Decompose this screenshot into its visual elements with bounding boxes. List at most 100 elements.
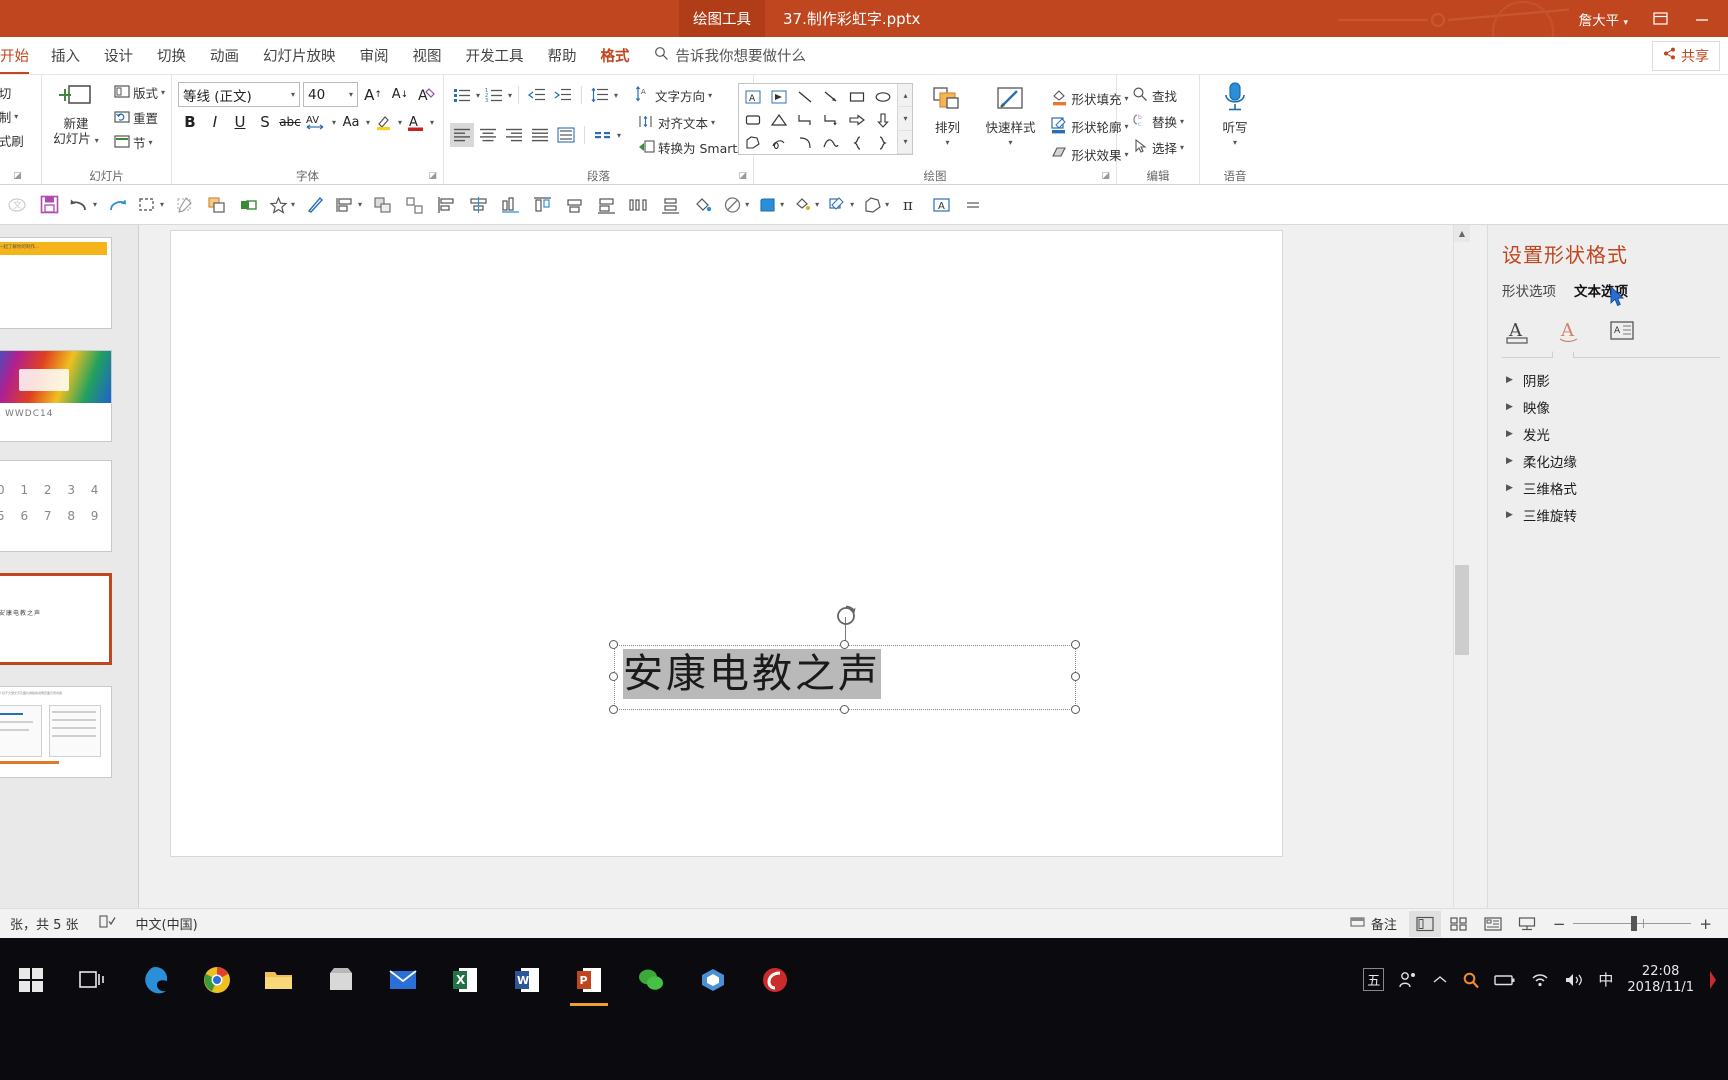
character-spacing-button[interactable]: AV bbox=[303, 110, 331, 134]
select-button[interactable]: 选择 ▾ bbox=[1129, 136, 1187, 159]
tab-transitions[interactable]: 切换 bbox=[145, 37, 198, 74]
tell-me-search[interactable]: 告诉我你想要做什么 bbox=[642, 37, 819, 74]
show-desktop-icon[interactable] bbox=[1708, 969, 1718, 991]
text-highlight-button[interactable] bbox=[371, 110, 397, 134]
distribute-vertical-icon[interactable] bbox=[655, 190, 685, 220]
pane-tab-shape-options[interactable]: 形状选项 bbox=[1502, 280, 1556, 303]
qat-more-icon[interactable] bbox=[958, 190, 988, 220]
italic-button[interactable]: I bbox=[203, 110, 227, 134]
start-icon[interactable] bbox=[0, 952, 62, 1007]
tab-review[interactable]: 审阅 bbox=[348, 37, 401, 74]
no-fill-icon[interactable]: ▾ bbox=[719, 190, 752, 220]
chrome-icon[interactable] bbox=[186, 952, 248, 1007]
fill-color-icon[interactable]: ▾ bbox=[789, 190, 822, 220]
tab-slideshow[interactable]: 幻灯片放映 bbox=[251, 37, 348, 74]
word-icon[interactable]: W bbox=[496, 952, 558, 1007]
align-center-button[interactable] bbox=[476, 123, 500, 147]
group-objects-icon[interactable] bbox=[367, 190, 397, 220]
line-spacing-button[interactable] bbox=[588, 83, 612, 107]
slide-canvas[interactable]: 安康电教之声 bbox=[170, 230, 1283, 857]
bold-button[interactable]: B bbox=[178, 110, 202, 134]
explorer-icon[interactable] bbox=[248, 952, 310, 1007]
zoom-in-button[interactable]: + bbox=[1699, 915, 1712, 933]
app-icon[interactable] bbox=[682, 952, 744, 1007]
tab-animations[interactable]: 动画 bbox=[198, 37, 251, 74]
shape-curve[interactable] bbox=[818, 131, 844, 154]
store-icon[interactable] bbox=[310, 952, 372, 1007]
numbering-button[interactable]: 123 bbox=[482, 83, 506, 107]
shape-rectangle[interactable] bbox=[844, 85, 870, 108]
slide-thumbnail-1[interactable]: 一起了解你的制作… bbox=[0, 237, 112, 329]
ungroup-objects-icon[interactable] bbox=[399, 190, 429, 220]
resize-handle-w[interactable] bbox=[609, 672, 618, 681]
shape-edit-icon[interactable] bbox=[169, 190, 199, 220]
section-button[interactable]: 节 ▾ bbox=[111, 131, 168, 154]
clipboard-dialog-launcher[interactable]: ◪ bbox=[13, 169, 22, 183]
resize-handle-sw[interactable] bbox=[609, 705, 618, 714]
drawing-dialog-launcher[interactable]: ◪ bbox=[1101, 169, 1110, 183]
shapes-gallery-scroll[interactable]: ▴ ▾ ▾ bbox=[897, 84, 913, 154]
slide-thumbnail-pane[interactable]: 一起了解你的制作… WWDC14 0 1 2 3 4 5 6 7 8 9 安康电… bbox=[0, 225, 139, 990]
text-effects-icon[interactable]: A bbox=[1556, 317, 1586, 347]
chevron-up-icon[interactable] bbox=[1432, 974, 1448, 986]
shape-freeform-icon[interactable]: ▾ bbox=[859, 190, 892, 220]
resize-handle-se[interactable] bbox=[1071, 705, 1080, 714]
resize-handle-n[interactable] bbox=[840, 640, 849, 649]
dictate-button[interactable]: 听写 ▾ bbox=[1204, 79, 1266, 150]
shape-left-brace[interactable] bbox=[844, 131, 870, 154]
equation-icon[interactable]: π bbox=[894, 190, 924, 220]
shape-style-icon[interactable]: ▾ bbox=[754, 190, 787, 220]
slide-vertical-scrollbar[interactable]: ▲ ▼ ⬍ ▾ bbox=[1453, 225, 1471, 990]
align-group-icon[interactable]: ▾ bbox=[332, 190, 365, 220]
format-brush-icon[interactable] bbox=[300, 190, 330, 220]
shape-freeform[interactable] bbox=[740, 131, 766, 154]
pane-section-soft-edges[interactable]: ▶ 柔化边缘 bbox=[1488, 447, 1728, 474]
align-middle-icon[interactable] bbox=[559, 190, 589, 220]
change-case-button[interactable]: Aa bbox=[337, 110, 365, 134]
resize-handle-ne[interactable] bbox=[1071, 640, 1080, 649]
slide-thumbnail-2[interactable]: WWDC14 bbox=[0, 350, 112, 442]
shape-down-arrow[interactable] bbox=[870, 108, 896, 131]
reset-button[interactable]: 重置 bbox=[111, 106, 168, 129]
shape-right-brace[interactable] bbox=[870, 131, 896, 154]
scrollbar-thumb[interactable] bbox=[1455, 565, 1469, 655]
align-top-icon[interactable] bbox=[527, 190, 557, 220]
replace-button[interactable]: bc 替换 ▾ bbox=[1129, 110, 1187, 133]
ime-status-icon[interactable]: 五 bbox=[1363, 968, 1385, 991]
arrange-button[interactable]: 排列 ▾ bbox=[921, 83, 973, 150]
zoom-slider[interactable]: − + bbox=[1545, 915, 1720, 933]
save-icon[interactable] bbox=[34, 190, 64, 220]
people-icon[interactable] bbox=[1398, 971, 1418, 989]
align-left-button[interactable] bbox=[450, 123, 474, 147]
font-size-combo[interactable]: 40 ▾ bbox=[303, 82, 358, 107]
shapes-more-icon[interactable]: ▾ bbox=[898, 130, 913, 154]
accessibility-status[interactable] bbox=[89, 914, 126, 933]
shape-elbow-connector[interactable] bbox=[792, 108, 818, 131]
align-bottom-icon[interactable] bbox=[591, 190, 621, 220]
shape-arc[interactable] bbox=[792, 131, 818, 154]
duplicate-shape-icon[interactable] bbox=[201, 190, 231, 220]
quick-styles-button[interactable]: 快速样式 ▾ bbox=[981, 83, 1039, 150]
zoom-thumb[interactable] bbox=[1631, 916, 1638, 931]
font-dialog-launcher[interactable]: ◪ bbox=[428, 169, 437, 183]
shape-ellipse[interactable] bbox=[870, 85, 896, 108]
bullets-button[interactable] bbox=[450, 83, 474, 107]
shape-elbow-arrow[interactable] bbox=[818, 108, 844, 131]
tab-help[interactable]: 帮助 bbox=[536, 37, 589, 74]
scroll-up-icon[interactable]: ▲ bbox=[1454, 225, 1470, 242]
mail-icon[interactable] bbox=[372, 952, 434, 1007]
wifi-icon[interactable] bbox=[1530, 972, 1550, 988]
volume-icon[interactable] bbox=[1564, 972, 1584, 988]
layout-button[interactable]: 版式 ▾ bbox=[111, 81, 168, 104]
textbox-insert-icon[interactable]: A bbox=[926, 190, 956, 220]
view-normal-button[interactable] bbox=[1408, 910, 1441, 937]
merge-shapes-icon[interactable] bbox=[233, 190, 263, 220]
redo-icon[interactable] bbox=[102, 190, 132, 220]
format-painter-button[interactable]: 格式刷 bbox=[0, 129, 27, 152]
shapes-scroll-up-icon[interactable]: ▴ bbox=[898, 84, 913, 108]
view-slide-sorter-button[interactable] bbox=[1443, 911, 1475, 937]
rotate-handle[interactable] bbox=[835, 605, 856, 625]
search-icon[interactable] bbox=[1462, 971, 1480, 989]
clear-formatting-icon[interactable]: A bbox=[415, 83, 439, 107]
pane-section-shadow[interactable]: ▶ 阴影 bbox=[1488, 366, 1728, 393]
